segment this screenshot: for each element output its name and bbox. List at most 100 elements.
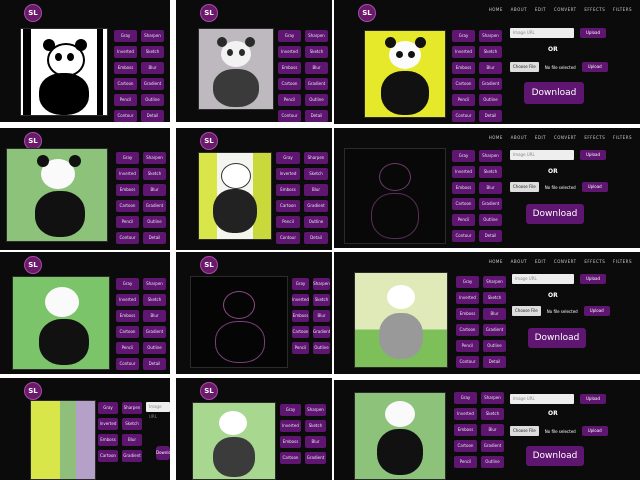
nav-item[interactable]: FILTERS xyxy=(613,7,632,12)
upload-url-button[interactable]: Upload xyxy=(580,274,607,284)
filter-button[interactable]: Outline xyxy=(141,94,164,106)
filter-button[interactable]: Sketch xyxy=(304,168,328,180)
filter-button[interactable]: Sharpen xyxy=(483,276,506,288)
filter-button[interactable]: Inverted xyxy=(452,166,475,178)
filter-button[interactable]: Outline xyxy=(304,216,328,228)
upload-file-button[interactable]: Upload xyxy=(581,182,608,192)
filter-button[interactable]: Pencil xyxy=(116,342,139,354)
filter-button[interactable]: Emboss xyxy=(278,62,301,74)
nav-item[interactable]: FILTERS xyxy=(613,259,632,264)
filter-button[interactable]: Contour xyxy=(276,232,300,244)
filter-button[interactable]: Gradient xyxy=(143,326,166,338)
filter-button[interactable]: Gradient xyxy=(479,198,502,210)
filter-button[interactable]: Contour xyxy=(278,110,301,122)
download-button[interactable]: Download xyxy=(524,82,584,104)
url-input[interactable]: Image URL xyxy=(146,402,170,419)
filter-button[interactable]: Blur xyxy=(304,184,328,196)
filter-button[interactable]: Detail xyxy=(305,110,328,122)
download-button[interactable]: Download xyxy=(526,204,584,224)
url-input[interactable]: Image URL xyxy=(510,394,574,404)
filter-button[interactable]: Blur xyxy=(479,182,502,194)
filter-button[interactable]: Detail xyxy=(143,358,166,370)
filter-button[interactable]: Pencil xyxy=(452,94,475,106)
filter-button[interactable]: Inverted xyxy=(116,168,139,180)
filter-button[interactable]: Sharpen xyxy=(479,30,502,42)
logo[interactable]: SL xyxy=(200,382,218,400)
logo[interactable]: SL xyxy=(200,256,218,274)
filter-button[interactable]: Sketch xyxy=(305,46,328,58)
download-button[interactable]: Download xyxy=(528,328,586,348)
filter-button[interactable]: Inverted xyxy=(452,46,475,58)
filter-button[interactable]: Inverted xyxy=(116,294,139,306)
filter-button[interactable]: Pencil xyxy=(454,456,477,468)
filter-button[interactable]: Blur xyxy=(313,310,330,322)
upload-url-button[interactable]: Upload xyxy=(580,150,607,160)
filter-button[interactable]: Gray xyxy=(292,278,309,290)
logo[interactable]: SL xyxy=(24,4,42,22)
filter-button[interactable]: Contour xyxy=(452,110,475,122)
nav-item[interactable]: FILTERS xyxy=(613,135,632,140)
filter-button[interactable]: Inverted xyxy=(456,292,479,304)
nav-item[interactable]: EFFECTS xyxy=(584,135,605,140)
filter-button[interactable]: Sketch xyxy=(141,46,164,58)
filter-button[interactable]: Gray xyxy=(98,402,118,414)
filter-button[interactable]: Gradient xyxy=(305,452,326,464)
filter-button[interactable]: Gray xyxy=(456,276,479,288)
url-input[interactable]: Image URL xyxy=(512,274,574,284)
filter-button[interactable]: Emboss xyxy=(114,62,137,74)
logo[interactable]: SL xyxy=(24,256,42,274)
filter-button[interactable]: Inverted xyxy=(278,46,301,58)
filter-button[interactable]: Blur xyxy=(143,184,166,196)
filter-button[interactable]: Emboss xyxy=(116,184,139,196)
filter-button[interactable]: Gray xyxy=(116,152,139,164)
filter-button[interactable]: Inverted xyxy=(98,418,118,430)
filter-button[interactable]: Contour xyxy=(116,232,139,244)
choose-file-button[interactable]: Choose File xyxy=(510,62,539,72)
nav-item[interactable]: EFFECTS xyxy=(584,7,605,12)
nav-item[interactable]: ABOUT xyxy=(511,259,527,264)
filter-button[interactable]: Inverted xyxy=(292,294,309,306)
filter-button[interactable]: Blur xyxy=(305,62,328,74)
filter-button[interactable]: Gray xyxy=(454,392,477,404)
url-input[interactable]: Image URL xyxy=(510,150,574,160)
filter-button[interactable]: Gray xyxy=(452,150,475,162)
logo[interactable]: SL xyxy=(24,382,42,400)
filter-button[interactable]: Gradient xyxy=(141,78,164,90)
filter-button[interactable]: Contour xyxy=(452,230,475,242)
nav-item[interactable]: HOME xyxy=(489,7,503,12)
filter-button[interactable]: Inverted xyxy=(276,168,300,180)
filter-button[interactable]: Inverted xyxy=(280,420,301,432)
filter-button[interactable]: Contour xyxy=(456,356,479,368)
filter-button[interactable]: Gray xyxy=(276,152,300,164)
nav-item[interactable]: EDIT xyxy=(535,135,546,140)
filter-button[interactable]: Blur xyxy=(141,62,164,74)
filter-button[interactable]: Cartoon xyxy=(116,326,139,338)
filter-button[interactable]: Sketch xyxy=(143,294,166,306)
logo[interactable]: SL xyxy=(200,4,218,22)
choose-file-button[interactable]: Choose File xyxy=(510,182,539,192)
filter-button[interactable]: Outline xyxy=(479,214,502,226)
filter-button[interactable]: Outline xyxy=(481,456,504,468)
nav-item[interactable]: EFFECTS xyxy=(584,259,605,264)
filter-button[interactable]: Outline xyxy=(143,342,166,354)
filter-button[interactable]: Emboss xyxy=(454,424,477,436)
filter-button[interactable]: Gradient xyxy=(122,450,142,462)
filter-button[interactable]: Pencil xyxy=(292,342,309,354)
filter-button[interactable]: Blur xyxy=(143,310,166,322)
filter-button[interactable]: Contour xyxy=(114,110,137,122)
filter-button[interactable]: Cartoon xyxy=(98,450,118,462)
filter-button[interactable]: Sharpen xyxy=(143,278,166,290)
filter-button[interactable]: Outline xyxy=(143,216,166,228)
filter-button[interactable]: Gradient xyxy=(304,200,328,212)
filter-button[interactable]: Pencil xyxy=(456,340,479,352)
filter-button[interactable]: Gray xyxy=(280,404,301,416)
filter-button[interactable]: Sketch xyxy=(483,292,506,304)
filter-button[interactable]: Sharpen xyxy=(479,150,502,162)
filter-button[interactable]: Cartoon xyxy=(292,326,309,338)
filter-button[interactable]: Blur xyxy=(122,434,142,446)
filter-button[interactable]: Sketch xyxy=(143,168,166,180)
nav-item[interactable]: ABOUT xyxy=(511,7,527,12)
filter-button[interactable]: Blur xyxy=(481,424,504,436)
logo[interactable]: SL xyxy=(200,132,218,150)
filter-button[interactable]: Sharpen xyxy=(305,30,328,42)
